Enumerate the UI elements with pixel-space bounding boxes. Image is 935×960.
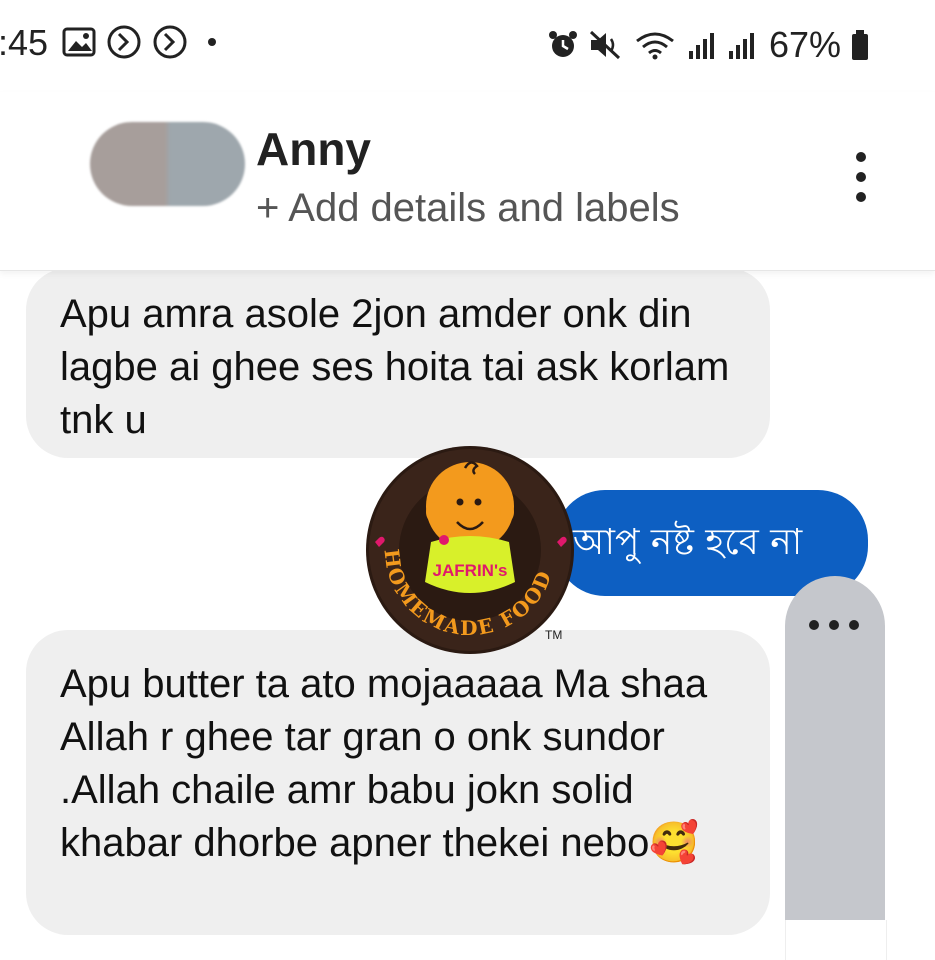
mute-icon — [589, 30, 620, 60]
brand-logo: JAFRIN's HOMEMADE FOOD — [366, 446, 574, 654]
battery-percent: 67% — [768, 24, 841, 65]
typing-dot-icon — [829, 620, 839, 630]
avatar[interactable] — [90, 122, 245, 206]
typing-indicator-base — [785, 920, 887, 960]
status-bar: :45 67% — [0, 0, 935, 90]
contact-name[interactable]: Anny — [256, 122, 371, 176]
alarm-icon — [548, 31, 577, 57]
incoming-message[interactable]: Apu amra asole 2jon amder onk din lagbe … — [26, 268, 770, 458]
trademark-mark: TM — [545, 628, 563, 642]
incoming-message[interactable]: Apu butter ta ato mojaaaaa Ma shaa Allah… — [26, 630, 770, 935]
logo-brand-text: JAFRIN's — [433, 561, 508, 580]
more-dot-icon — [856, 192, 866, 202]
conversation-header: Anny + Add details and labels — [0, 92, 935, 271]
signal-icon — [728, 33, 754, 59]
dot-icon — [208, 38, 216, 46]
more-dot-icon — [856, 172, 866, 182]
gallery-icon — [62, 27, 96, 57]
add-details-link[interactable]: + Add details and labels — [256, 186, 680, 231]
notification-icons — [62, 24, 216, 60]
typing-indicator — [785, 576, 885, 920]
more-dot-icon — [856, 152, 866, 162]
more-options-button[interactable] — [849, 152, 873, 202]
system-icons: 67% — [547, 24, 869, 66]
wifi-icon — [636, 32, 674, 60]
sync-icon — [107, 25, 141, 59]
signal-icon — [688, 33, 714, 59]
sync-icon — [153, 25, 187, 59]
battery-icon — [852, 30, 868, 60]
typing-dot-icon — [809, 620, 819, 630]
status-time: :45 — [0, 22, 49, 63]
typing-dot-icon — [849, 620, 859, 630]
